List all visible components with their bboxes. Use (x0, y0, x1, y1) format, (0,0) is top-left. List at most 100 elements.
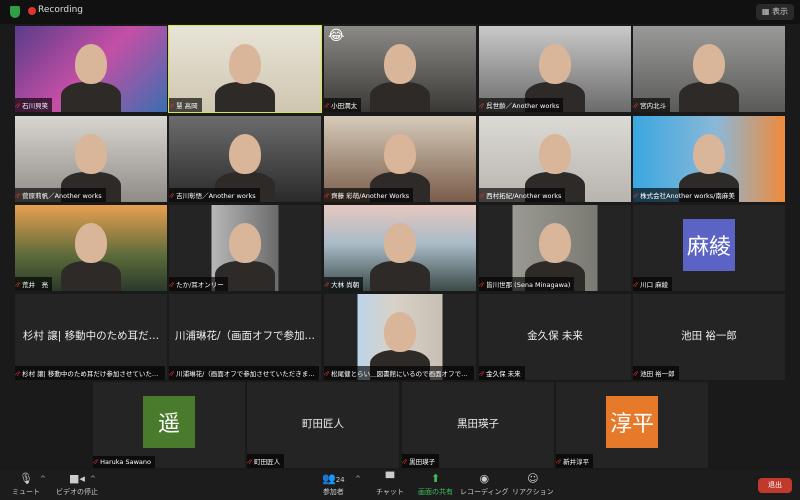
participant-tile[interactable]: ⁄̸ 石川貝笑 (15, 26, 167, 112)
participant-tile[interactable]: ⁄̸ 荒井 亮 (15, 205, 167, 291)
participants-button[interactable]: 👥24 参加者 (322, 472, 345, 497)
participant-tile[interactable]: 遥 ⁄̸ Haruka Sawano (93, 382, 245, 468)
muted-mic-icon: ⁄̸ (482, 192, 484, 200)
participant-name: 杉村 譲| 移動中のため耳だけ参加させていただ… (22, 370, 165, 378)
name-tag: ⁄̸ 宮内北斗 (633, 98, 671, 112)
avatar: 遥 (143, 396, 195, 448)
name-tag: ⁄̸ 新井淳平 (556, 454, 594, 468)
participant-tile[interactable]: 😂 ⁄̸ 小田潤太 (324, 26, 476, 112)
muted-mic-icon: ⁄̸ (636, 102, 638, 110)
name-tag: ⁄̸ 吉川彰悟／Another works (169, 188, 260, 202)
muted-mic-icon: ⁄̸ (327, 192, 329, 200)
participant-tile[interactable]: ⁄̸ 慧 高岡 (168, 25, 322, 113)
top-bar: Recording ▦ 表示 (0, 0, 800, 24)
participant-name: 皆川世那 (Sena Minagawa) (486, 281, 571, 289)
participant-tile[interactable]: 町田匠人 ⁄̸ 町田匠人 (247, 382, 399, 468)
person-face (539, 223, 571, 263)
name-tag: ⁄̸ 黒田瑛子 (402, 454, 440, 468)
security-shield-icon[interactable] (10, 6, 20, 18)
participant-tile[interactable]: ⁄̸ 株式会社Another works/南麻美 (633, 116, 785, 202)
person-face (384, 223, 416, 263)
record-button[interactable]: ◉ レコーディング (460, 472, 509, 497)
participant-tile[interactable]: ⁄̸ 宮内北斗 (633, 26, 785, 112)
person-face (229, 134, 261, 174)
muted-mic-icon: ⁄̸ (18, 192, 20, 200)
participant-name: 菅原莉帆／Another works (22, 192, 102, 200)
muted-mic-icon: ⁄̸ (636, 192, 638, 200)
participant-tile[interactable]: 黒田瑛子 ⁄̸ 黒田瑛子 (402, 382, 554, 468)
muted-mic-icon: ⁄̸ (18, 281, 20, 289)
muted-mic-icon: ⁄̸ (327, 370, 329, 378)
microphone-icon: 🎙 (19, 472, 33, 485)
mute-label: ミュート (12, 488, 40, 496)
participant-tile[interactable]: 川浦琳花/（画面オフで参加… ⁄̸ 川浦琳花/（画面オフで参加させていただきます） (169, 294, 321, 380)
participant-tile[interactable]: ⁄̸ 呉世齢／Another works (479, 26, 631, 112)
person-face (75, 134, 107, 174)
name-tag: ⁄̸ 杉村 譲| 移動中のため耳だけ参加させていただ… (15, 366, 165, 380)
muted-mic-icon: ⁄̸ (559, 458, 561, 466)
participant-name: 池田 裕一郎 (640, 370, 675, 378)
person-body (61, 261, 121, 291)
participant-name: 川浦琳花/（画面オフで参加させていただきます） (176, 370, 319, 378)
view-button[interactable]: ▦ 表示 (755, 4, 794, 20)
participant-tile[interactable]: 池田 裕一郎 ⁄̸ 池田 裕一郎 (633, 294, 785, 380)
name-tag: ⁄̸ 金久保 未来 (479, 366, 525, 380)
muted-mic-icon: ⁄̸ (482, 281, 484, 289)
muted-mic-icon: ⁄̸ (172, 192, 174, 200)
participant-display-name: 町田匠人 (302, 418, 344, 430)
participant-tile[interactable]: ⁄̸ 吉川彰悟／Another works (169, 116, 321, 202)
avatar: 麻綾 (683, 219, 735, 271)
participant-name: 宮内北斗 (640, 102, 667, 110)
video-label: ビデオの停止 (56, 488, 98, 496)
participant-name: 新井淳平 (563, 458, 590, 466)
reactions-button[interactable]: ☺ リアクション (512, 472, 554, 497)
person-face (384, 312, 416, 352)
participants-caret[interactable]: ^ (355, 475, 361, 483)
participant-tile[interactable]: ⁄̸ 松尾健とらい＿図書館にいるので画面オフで電… (324, 294, 476, 380)
muted-mic-icon: ⁄̸ (482, 102, 484, 110)
name-tag: ⁄̸ Haruka Sawano (93, 456, 155, 468)
participant-name: 石川貝笑 (22, 102, 49, 110)
muted-mic-icon: ⁄̸ (327, 102, 329, 110)
participant-tile[interactable]: 杉村 譲| 移動中のため耳だ… ⁄̸ 杉村 譲| 移動中のため耳だけ参加させていただ… (15, 294, 167, 380)
participants-count: 24 (335, 476, 345, 484)
participants-icon: 👥24 (322, 472, 345, 485)
participant-tile[interactable]: ⁄̸ 齊藤 彩萌/Another Works (324, 116, 476, 202)
video-options-caret[interactable]: ^ (90, 475, 96, 483)
name-tag: ⁄̸ 小田潤太 (324, 98, 362, 112)
name-tag: ⁄̸ 池田 裕一郎 (633, 366, 679, 380)
participant-tile[interactable]: ⁄̸ 皆川世那 (Sena Minagawa) (479, 205, 631, 291)
muted-mic-icon: ⁄̸ (172, 281, 174, 289)
share-label: 画面の共有 (418, 488, 453, 496)
muted-mic-icon: ⁄̸ (18, 370, 20, 378)
participant-tile[interactable]: ⁄̸ 大林 尚朝 (324, 205, 476, 291)
participant-name: 吉川彰悟／Another works (176, 192, 256, 200)
muted-mic-icon: ⁄̸ (18, 102, 20, 110)
muted-mic-icon: ⁄̸ (172, 370, 174, 378)
participant-tile[interactable]: ⁄̸ たか/耳オンリー (169, 205, 321, 291)
record-icon: ◉ (479, 472, 490, 485)
person-body (370, 261, 430, 291)
name-tag: ⁄̸ 町田匠人 (247, 454, 285, 468)
muted-mic-icon: ⁄̸ (250, 458, 252, 466)
name-tag: ⁄̸ 皆川世那 (Sena Minagawa) (479, 277, 575, 291)
person-body (679, 82, 739, 112)
participant-name: 西村拓紀/Another works (486, 192, 562, 200)
participant-tile[interactable]: 淳平 ⁄̸ 新井淳平 (556, 382, 708, 468)
leave-button[interactable]: 退出 (758, 478, 792, 493)
name-tag: ⁄̸ 川浦琳花/（画面オフで参加させていただきます） (169, 366, 319, 380)
person-face (693, 134, 725, 174)
participant-tile[interactable]: 金久保 未来 ⁄̸ 金久保 未来 (479, 294, 631, 380)
person-face (229, 44, 261, 84)
person-face (539, 44, 571, 84)
share-screen-button[interactable]: ⬆ 画面の共有 (418, 472, 453, 497)
participant-tile[interactable]: 麻綾 ⁄̸ 川口 麻綾 (633, 205, 785, 291)
participant-tile[interactable]: ⁄̸ 西村拓紀/Another works (479, 116, 631, 202)
participant-display-name: 杉村 譲| 移動中のため耳だ… (22, 330, 160, 342)
chat-button[interactable]: ▀ チャット (376, 472, 404, 497)
participant-tile[interactable]: ⁄̸ 菅原莉帆／Another works (15, 116, 167, 202)
avatar: 淳平 (606, 396, 658, 448)
mute-button[interactable]: 🎙 ミュート (12, 472, 40, 497)
audio-options-caret[interactable]: ^ (40, 475, 46, 483)
participant-name: 齊藤 彩萌/Another Works (331, 192, 410, 200)
